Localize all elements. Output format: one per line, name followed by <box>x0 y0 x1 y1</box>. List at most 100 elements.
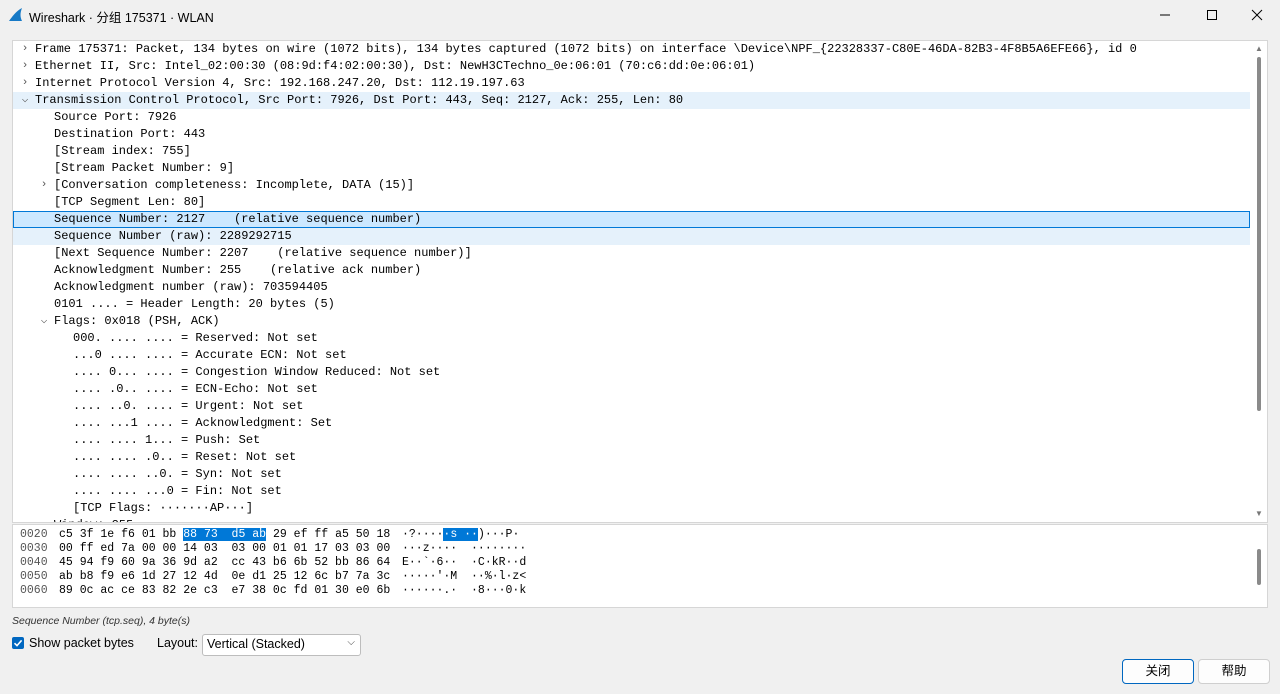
tree-row[interactable]: Acknowledgment number (raw): 703594405 <box>13 279 1250 296</box>
close-window-button[interactable] <box>1234 0 1280 30</box>
hex-bytes-part: 00 ff ed 7a 00 00 14 03 03 00 01 01 17 0… <box>59 542 391 555</box>
tree-row[interactable]: Sequence Number: 2127 (relative sequence… <box>13 211 1250 228</box>
tree-scrollbar[interactable]: ▲ ▼ <box>1251 41 1267 522</box>
tree-row[interactable]: › Frame 175371: Packet, 134 bytes on wire… <box>13 41 1250 58</box>
close-icon <box>1251 9 1263 21</box>
tree-row-label: Frame 175371: Packet, 134 bytes on wire … <box>35 42 1137 56</box>
expand-chevron-right-icon[interactable]: › <box>19 75 31 92</box>
tree-row[interactable]: › Ethernet II, Src: Intel_02:00:30 (08:9d… <box>13 58 1250 75</box>
ascii-part: ···z···· ········ <box>402 542 527 555</box>
tree-row[interactable]: › [Conversation completeness: Incomplete,… <box>13 177 1250 194</box>
layout-select[interactable]: Vertical (Stacked) ⌵ <box>202 634 361 656</box>
tree-row[interactable]: [Next Sequence Number: 2207 (relative se… <box>13 245 1250 262</box>
tree-row-label: [TCP Segment Len: 80] <box>54 195 206 209</box>
hex-ascii[interactable]: ······.· ·8···0·k <box>402 584 526 598</box>
tree-row[interactable]: ⌵ Flags: 0x018 (PSH, ACK) <box>13 313 1250 330</box>
hex-bytes[interactable]: ab b8 f9 e6 1d 27 12 4d 0e d1 25 12 6c b… <box>59 570 390 584</box>
tree-row-label: .... .... ..0. = Syn: Not set <box>73 467 282 481</box>
tree-row-label: Internet Protocol Version 4, Src: 192.16… <box>35 76 525 90</box>
tree-row[interactable]: › Internet Protocol Version 4, Src: 192.1… <box>13 75 1250 92</box>
bytes-scrollbar[interactable] <box>1251 525 1267 607</box>
tree-row-label: 0101 .... = Header Length: 20 bytes (5) <box>54 297 335 311</box>
hex-bytes-part: c5 3f 1e f6 01 bb <box>59 528 184 541</box>
hex-offset: 0060 <box>20 584 48 597</box>
window-title: Wireshark · 分组 175371 · WLAN <box>29 11 214 25</box>
ascii-part: ·····'·M ··%·l·z< <box>402 570 527 583</box>
tree-row-label: Sequence Number (raw): 2289292715 <box>54 229 292 243</box>
hex-bytes[interactable]: c5 3f 1e f6 01 bb 88 73 d5 ab 29 ef ff a… <box>59 528 390 542</box>
tree-row[interactable]: ...0 .... .... = Accurate ECN: Not set <box>13 347 1250 364</box>
tree-row[interactable]: 000. .... .... = Reserved: Not set <box>13 330 1250 347</box>
hex-offset: 0030 <box>20 542 48 555</box>
tree-row[interactable]: ⌵ Transmission Control Protocol, Src Port… <box>13 92 1250 109</box>
show-packet-bytes-checkbox[interactable] <box>12 637 24 649</box>
expand-chevron-down-icon[interactable]: ⌵ <box>19 92 31 109</box>
maximize-icon <box>1207 10 1217 20</box>
tree-row[interactable]: .... ..0. .... = Urgent: Not set <box>13 398 1250 415</box>
hex-row[interactable]: 0020 c5 3f 1e f6 01 bb 88 73 d5 ab 29 ef … <box>13 528 1243 542</box>
hex-ascii[interactable]: ···z···· ········ <box>402 542 526 556</box>
hex-ascii[interactable]: ·····'·M ··%·l·z< <box>402 570 526 584</box>
tree-row-label: .... ...1 .... = Acknowledgment: Set <box>73 416 333 430</box>
tree-row-label: Destination Port: 443 <box>54 127 206 141</box>
tree-row[interactable]: .... 0... .... = Congestion Window Reduc… <box>13 364 1250 381</box>
hex-row[interactable]: 0040 45 94 f9 60 9a 36 9d a2 cc 43 b6 6b … <box>13 556 1243 570</box>
hex-offset: 0040 <box>20 556 48 569</box>
minimize-icon <box>1160 14 1170 16</box>
chevron-down-icon: ⌵ <box>347 637 355 648</box>
hex-row[interactable]: 0060 89 0c ac ce 83 82 2e c3 e7 38 0c fd … <box>13 584 1243 598</box>
expand-chevron-right-icon[interactable]: › <box>19 41 31 58</box>
hex-bytes-part: 89 0c ac ce 83 82 2e c3 e7 38 0c fd 01 3… <box>59 584 391 597</box>
hex-offset: 0050 <box>20 570 48 583</box>
tree-row[interactable]: [Stream Packet Number: 9] <box>13 160 1250 177</box>
hex-ascii[interactable]: ·?·····s ··)···P· <box>402 528 519 542</box>
packet-bytes-pane[interactable]: 0020 c5 3f 1e f6 01 bb 88 73 d5 ab 29 ef … <box>12 524 1268 608</box>
show-packet-bytes-label[interactable]: Show packet bytes <box>29 636 134 650</box>
tree-row[interactable]: Source Port: 7926 <box>13 109 1250 126</box>
tree-row[interactable]: Acknowledgment Number: 255 (relative ack… <box>13 262 1250 279</box>
tree-row[interactable]: .... .0.. .... = ECN-Echo: Not set <box>13 381 1250 398</box>
close-button[interactable]: 关闭 <box>1122 659 1194 684</box>
tree-row[interactable]: [Stream index: 755] <box>13 143 1250 160</box>
maximize-button[interactable] <box>1189 0 1235 30</box>
hex-bytes[interactable]: 45 94 f9 60 9a 36 9d a2 cc 43 b6 6b 52 b… <box>59 556 390 570</box>
tree-row[interactable]: .... .... 1... = Push: Set <box>13 432 1250 449</box>
tree-row[interactable]: 0101 .... = Header Length: 20 bytes (5) <box>13 296 1250 313</box>
minimize-button[interactable] <box>1142 0 1188 30</box>
scroll-down-arrow-icon[interactable]: ▼ <box>1254 509 1264 519</box>
expand-chevron-down-icon[interactable]: ⌵ <box>38 313 50 330</box>
tree-row[interactable]: Sequence Number (raw): 2289292715 <box>13 228 1250 245</box>
bytes-scrollbar-thumb[interactable] <box>1257 549 1261 585</box>
hex-bytes-selected: 88 73 d5 ab <box>183 528 267 541</box>
expand-chevron-right-icon[interactable]: › <box>19 58 31 75</box>
tree-row-label: ...0 .... .... = Accurate ECN: Not set <box>73 348 347 362</box>
tree-row[interactable]: .... ...1 .... = Acknowledgment: Set <box>13 415 1250 432</box>
hex-bytes[interactable]: 89 0c ac ce 83 82 2e c3 e7 38 0c fd 01 3… <box>59 584 390 598</box>
hex-row[interactable]: 0030 00 ff ed 7a 00 00 14 03 03 00 01 01 … <box>13 542 1243 556</box>
tree-row[interactable]: Window: 255 <box>13 517 1250 522</box>
packet-details-tree[interactable]: › Frame 175371: Packet, 134 bytes on wire… <box>12 40 1268 523</box>
hex-row[interactable]: 0050 ab b8 f9 e6 1d 27 12 4d 0e d1 25 12 … <box>13 570 1243 584</box>
tree-row[interactable]: [TCP Segment Len: 80] <box>13 194 1250 211</box>
tree-row[interactable]: [TCP Flags: ·······AP···] <box>13 500 1250 517</box>
tree-row-label: .... .... .0.. = Reset: Not set <box>73 450 297 464</box>
title-bar: Wireshark · 分组 175371 · WLAN <box>0 0 1280 30</box>
hex-bytes[interactable]: 00 ff ed 7a 00 00 14 03 03 00 01 01 17 0… <box>59 542 390 556</box>
tree-row-label: [Stream Packet Number: 9] <box>54 161 235 175</box>
tree-row[interactable]: .... .... ...0 = Fin: Not set <box>13 483 1250 500</box>
tree-row[interactable]: .... .... ..0. = Syn: Not set <box>13 466 1250 483</box>
tree-row-label: .... .... 1... = Push: Set <box>73 433 261 447</box>
hex-ascii[interactable]: E··`·6·· ·C·kR··d <box>402 556 526 570</box>
tree-row-label: [Stream index: 755] <box>54 144 191 158</box>
wireshark-fin-icon <box>9 8 22 21</box>
tree-row[interactable]: Destination Port: 443 <box>13 126 1250 143</box>
tree-row-label: [Next Sequence Number: 2207 (relative se… <box>54 246 472 260</box>
scroll-up-arrow-icon[interactable]: ▲ <box>1254 44 1264 54</box>
expand-chevron-right-icon[interactable]: › <box>38 177 50 194</box>
help-button[interactable]: 帮助 <box>1198 659 1270 684</box>
tree-row-label: Window: 255 <box>54 517 133 522</box>
tree-row[interactable]: .... .... .0.. = Reset: Not set <box>13 449 1250 466</box>
tree-row-label: .... 0... .... = Congestion Window Reduc… <box>73 365 441 379</box>
tree-scrollbar-thumb[interactable] <box>1257 57 1261 411</box>
tree-row-label: Acknowledgment Number: 255 (relative ack… <box>54 263 422 277</box>
